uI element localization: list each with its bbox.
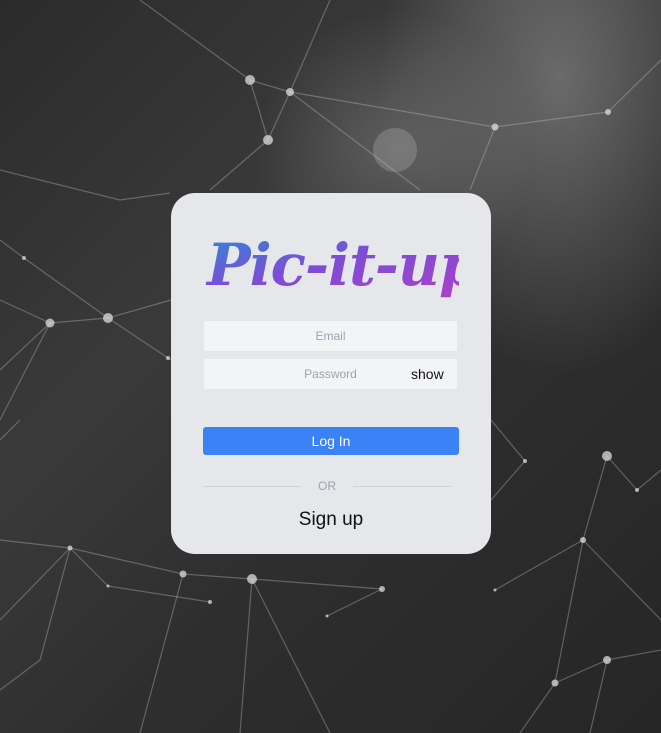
- divider-left: [203, 486, 301, 487]
- email-placeholder: Email: [315, 329, 346, 343]
- svg-text:Pic-it-up: Pic-it-up: [205, 231, 459, 299]
- signup-link[interactable]: Sign up: [203, 509, 459, 531]
- login-card: Pic-it-up Email Password show Log In OR …: [171, 193, 491, 554]
- login-button[interactable]: Log In: [203, 427, 459, 455]
- email-input[interactable]: Email: [203, 320, 458, 352]
- logo-wordmark: Pic-it-up: [205, 231, 459, 299]
- password-placeholder: Password: [304, 367, 357, 381]
- divider-right: [353, 486, 451, 487]
- show-password-toggle[interactable]: show: [411, 358, 444, 390]
- or-separator: OR: [318, 479, 336, 493]
- app-logo: Pic-it-up: [203, 223, 459, 301]
